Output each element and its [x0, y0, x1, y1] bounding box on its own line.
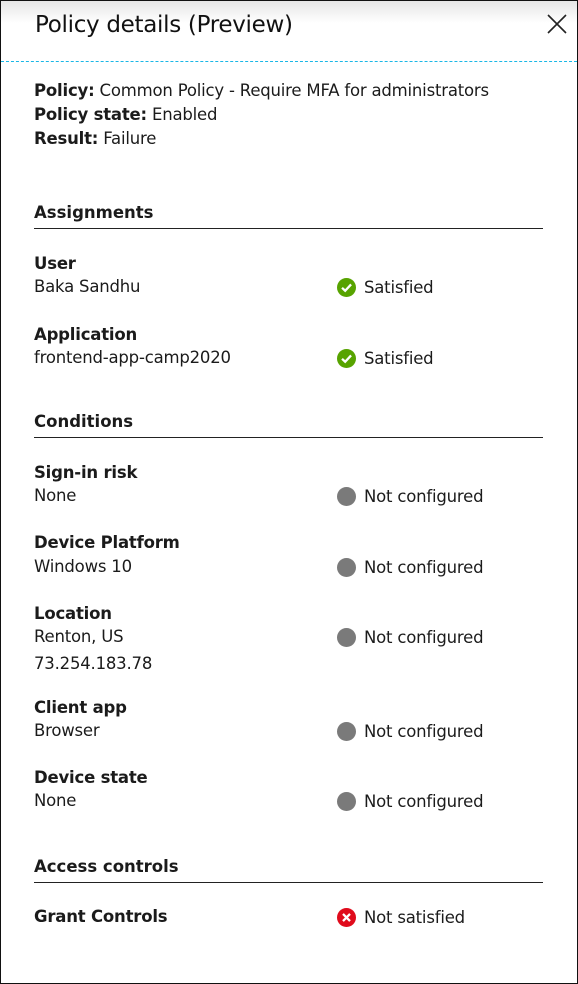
- application-label: Application: [34, 325, 138, 344]
- client-app-value: Browser: [34, 721, 100, 740]
- policy-state-value: Enabled: [152, 105, 218, 124]
- policy-state-label: Policy state:: [34, 105, 147, 124]
- status-text: Satisfied: [364, 277, 434, 297]
- user-status: Satisfied: [337, 276, 434, 298]
- sign-in-risk-status: Not configured: [337, 485, 484, 507]
- device-state-status: Not configured: [337, 790, 484, 812]
- gray-circle-icon: [337, 486, 356, 506]
- policy-label: Policy:: [34, 81, 95, 100]
- policy-value: Common Policy - Require MFA for administ…: [99, 81, 490, 100]
- device-state-value: None: [34, 791, 77, 810]
- user-label: User: [34, 254, 76, 273]
- device-platform-value: Windows 10: [34, 557, 132, 576]
- location-ip: 73.254.183.78: [34, 654, 153, 673]
- divider: [34, 437, 543, 438]
- policy-line: Policy: Common Policy - Require MFA for …: [34, 80, 489, 102]
- divider: [34, 228, 543, 229]
- page-title: Policy details (Preview): [35, 12, 293, 38]
- result-label: Result:: [34, 129, 99, 148]
- gray-circle-icon: [337, 791, 356, 811]
- check-circle-icon: [337, 277, 356, 297]
- grant-controls-status: Not satisfied: [337, 906, 465, 928]
- close-icon[interactable]: [545, 12, 569, 36]
- result-line: Result: Failure: [34, 128, 156, 150]
- gray-circle-icon: [337, 557, 356, 577]
- location-status: Not configured: [337, 626, 484, 648]
- grant-controls-label: Grant Controls: [34, 907, 168, 926]
- status-text: Not configured: [364, 627, 484, 647]
- divider: [34, 882, 543, 883]
- assignments-heading: Assignments: [34, 203, 154, 222]
- sign-in-risk-label: Sign-in risk: [34, 463, 138, 482]
- location-label: Location: [34, 604, 112, 623]
- device-state-label: Device state: [34, 768, 148, 787]
- device-platform-label: Device Platform: [34, 533, 180, 552]
- location-value: Renton, US: [34, 627, 124, 646]
- gray-circle-icon: [337, 627, 356, 647]
- device-platform-status: Not configured: [337, 556, 484, 578]
- panel-header: Policy details (Preview): [1, 1, 577, 61]
- gray-circle-icon: [337, 721, 356, 741]
- application-status: Satisfied: [337, 347, 434, 369]
- status-text: Satisfied: [364, 348, 434, 368]
- check-circle-icon: [337, 348, 356, 368]
- access-controls-heading: Access controls: [34, 857, 179, 876]
- status-text: Not configured: [364, 721, 484, 741]
- client-app-label: Client app: [34, 698, 127, 717]
- error-circle-icon: [337, 907, 356, 927]
- status-text: Not configured: [364, 791, 484, 811]
- result-value: Failure: [103, 129, 157, 148]
- conditions-heading: Conditions: [34, 412, 134, 431]
- status-text: Not satisfied: [364, 907, 465, 927]
- sign-in-risk-value: None: [34, 486, 77, 505]
- application-value: frontend-app-camp2020: [34, 348, 231, 367]
- status-text: Not configured: [364, 557, 484, 577]
- policy-state-line: Policy state: Enabled: [34, 104, 217, 126]
- status-text: Not configured: [364, 486, 484, 506]
- header-divider: [1, 61, 577, 62]
- user-value: Baka Sandhu: [34, 277, 141, 296]
- client-app-status: Not configured: [337, 720, 484, 742]
